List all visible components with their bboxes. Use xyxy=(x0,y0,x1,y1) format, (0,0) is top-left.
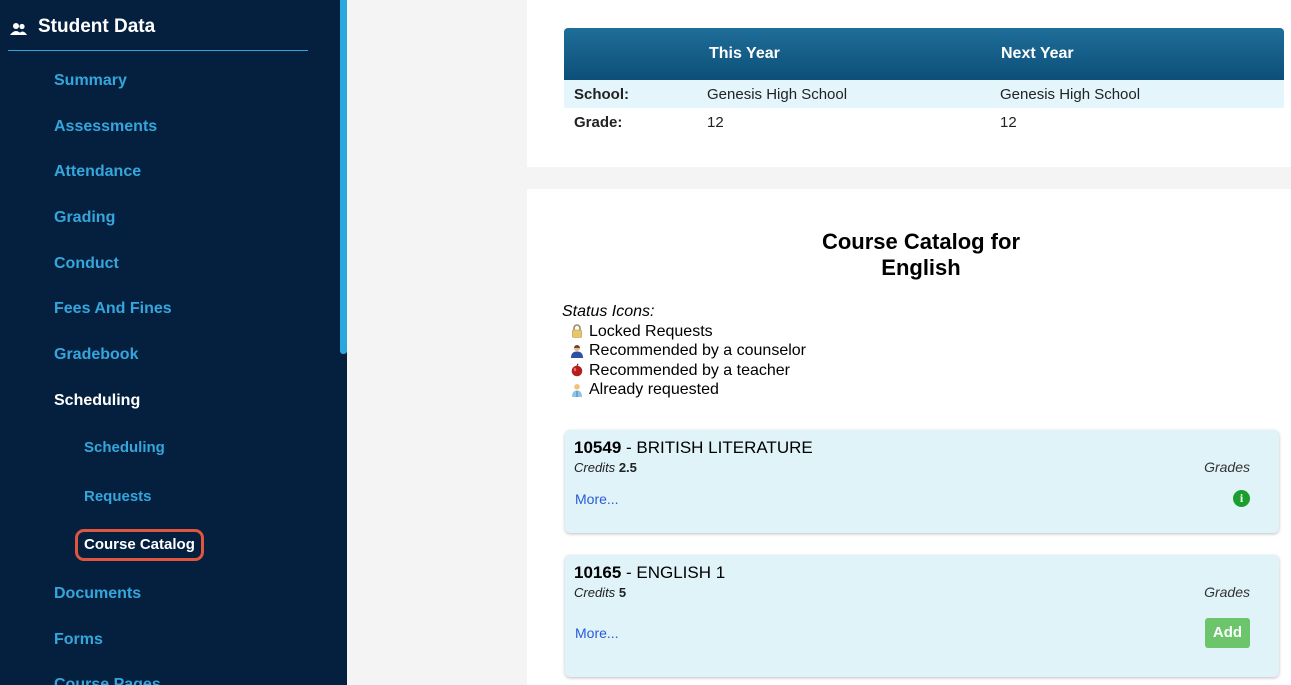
sidebar-header: Student Data xyxy=(10,16,155,38)
course-title: 10165 - ENGLISH 1 xyxy=(574,563,725,583)
table-row: Grade: 12 12 xyxy=(564,108,1284,136)
status-legend-item: Locked Requests xyxy=(562,322,806,342)
sidebar: Student Data Summary Assessments Attenda… xyxy=(0,0,347,685)
course-code: 10549 xyxy=(574,438,622,457)
sidebar-item-course-pages[interactable]: Course Pages xyxy=(54,676,161,685)
grade-this-year: 12 xyxy=(707,114,724,131)
sidebar-item-attendance[interactable]: Attendance xyxy=(54,163,141,181)
sidebar-item-fees-and-fines[interactable]: Fees And Fines xyxy=(54,300,172,318)
school-next-year: Genesis High School xyxy=(1000,86,1141,103)
sidebar-subitem-course-catalog[interactable]: Course Catalog xyxy=(75,529,204,561)
sidebar-item-documents[interactable]: Documents xyxy=(54,585,141,603)
course-card: 10165 - ENGLISH 1 Credits 5 Grades More.… xyxy=(565,555,1279,677)
status-label-counselor: Recommended by a counselor xyxy=(589,342,807,359)
sidebar-item-grading[interactable]: Grading xyxy=(54,209,115,227)
sidebar-item-gradebook[interactable]: Gradebook xyxy=(54,346,138,364)
more-link[interactable]: More... xyxy=(575,625,619,641)
header-this-year: This Year xyxy=(709,45,780,62)
page-title-line1: Course Catalog for xyxy=(821,229,1021,254)
status-label-locked: Locked Requests xyxy=(589,322,713,340)
table-row: School: Genesis High School Genesis High… xyxy=(564,80,1284,108)
credits-label: Credits xyxy=(574,585,616,600)
info-icon[interactable]: i xyxy=(1233,490,1250,507)
sidebar-item-scheduling[interactable]: Scheduling xyxy=(54,392,140,410)
more-link[interactable]: More... xyxy=(575,491,619,507)
sidebar-item-summary[interactable]: Summary xyxy=(54,72,127,90)
sidebar-divider xyxy=(8,50,308,51)
status-label-requested: Already requested xyxy=(589,381,719,398)
grades-label: Grades xyxy=(1204,459,1250,475)
course-credits: Credits 2.5 xyxy=(574,460,637,475)
course-name: - BRITISH LITERATURE xyxy=(621,438,813,457)
status-label-teacher: Recommended by a teacher xyxy=(589,361,790,379)
status-legend-item: Already requested xyxy=(562,380,806,400)
requested-icon xyxy=(570,383,584,397)
status-legend: Status Icons: Locked Requests Recommende… xyxy=(562,302,806,400)
counselor-icon xyxy=(570,344,584,358)
course-card: 10549 - BRITISH LITERATURE Credits 2.5 G… xyxy=(565,430,1279,533)
sidebar-item-conduct[interactable]: Conduct xyxy=(54,255,119,273)
sidebar-item-forms[interactable]: Forms xyxy=(54,631,103,649)
header-next-year: Next Year xyxy=(1001,45,1074,62)
course-title: 10549 - BRITISH LITERATURE xyxy=(574,438,813,458)
status-legend-item: Recommended by a teacher xyxy=(562,361,806,381)
status-legend-item: Recommended by a counselor xyxy=(562,341,806,361)
year-info-table: This Year Next Year School: Genesis High… xyxy=(564,28,1284,136)
page-title: Course Catalog for English xyxy=(706,229,1136,281)
status-legend-title: Status Icons: xyxy=(562,303,655,320)
year-info-header: This Year Next Year xyxy=(564,28,1284,80)
sidebar-subitem-scheduling[interactable]: Scheduling xyxy=(84,439,165,456)
add-course-button[interactable]: Add xyxy=(1205,618,1250,648)
course-code: 10165 xyxy=(574,563,622,582)
sidebar-scrollbar[interactable] xyxy=(340,0,347,354)
grades-label: Grades xyxy=(1204,584,1250,600)
credits-value: 5 xyxy=(618,585,627,600)
course-name: - ENGLISH 1 xyxy=(621,563,726,582)
users-icon xyxy=(10,20,28,35)
apple-icon xyxy=(570,363,584,377)
lock-icon xyxy=(570,324,584,339)
sidebar-title: Student Data xyxy=(38,16,156,37)
row-label-school: School: xyxy=(574,86,629,103)
credits-value: 2.5 xyxy=(618,460,637,475)
row-label-grade: Grade: xyxy=(574,114,623,131)
page-title-line2: English xyxy=(881,255,961,280)
grade-next-year: 12 xyxy=(1000,114,1017,131)
school-this-year: Genesis High School xyxy=(707,86,848,103)
course-credits: Credits 5 xyxy=(574,585,626,600)
credits-label: Credits xyxy=(574,460,616,475)
sidebar-item-assessments[interactable]: Assessments xyxy=(54,118,157,136)
sidebar-subitem-requests[interactable]: Requests xyxy=(84,488,152,505)
